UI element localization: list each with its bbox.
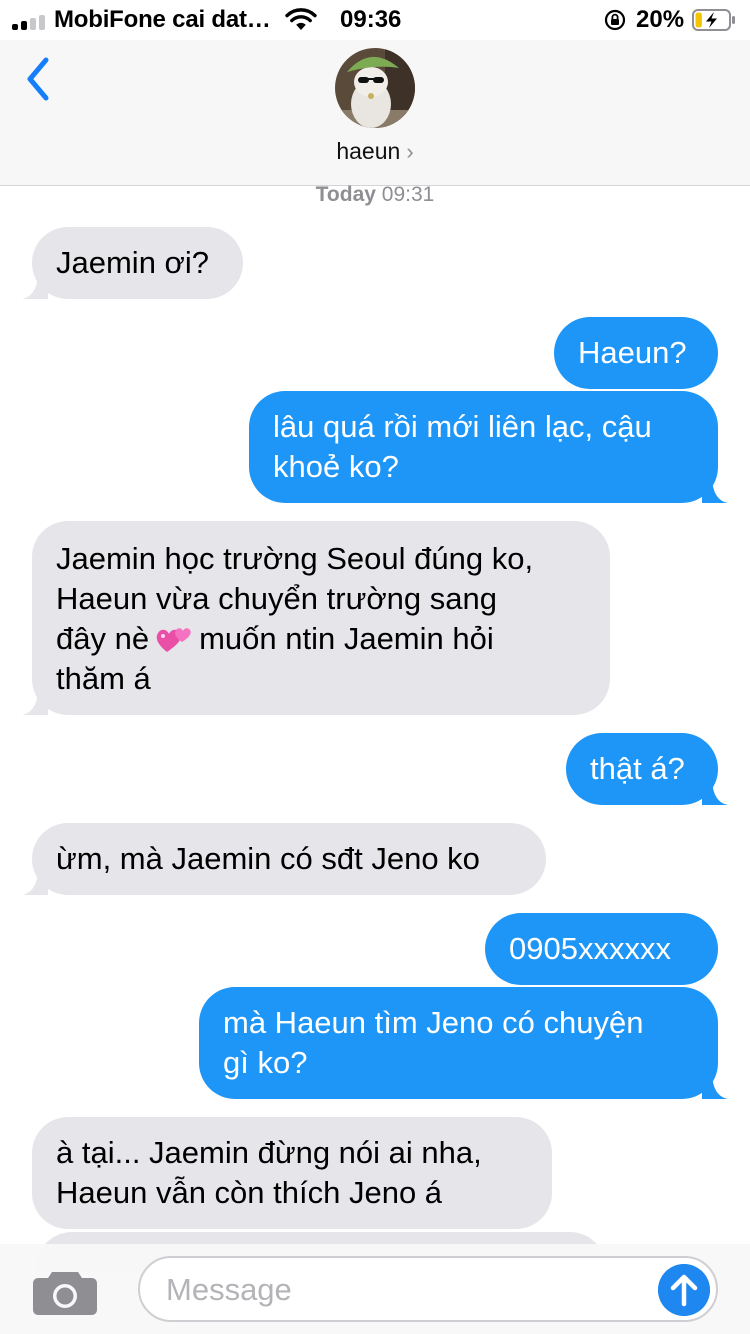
bubble-tail	[22, 275, 48, 299]
message-text-line: Haeun vẫn còn thích Jeno á	[56, 1175, 443, 1210]
message-text: 0905xxxxxx	[509, 931, 671, 966]
message-input[interactable]	[166, 1268, 646, 1312]
message-text-segment: đây nè	[56, 621, 150, 656]
message-text-line: Jaemin học trường Seoul đúng ko,	[56, 541, 534, 576]
conversation-header: haeun ›	[0, 40, 750, 186]
chevron-left-icon[interactable]	[20, 54, 56, 106]
message-text: Haeun?	[578, 335, 687, 370]
rotation-lock-icon	[604, 9, 626, 31]
carrier-name: MobiFone cai dat…	[54, 6, 271, 33]
message-text-line: mà Haeun tìm Jeno có chuyện	[223, 1005, 644, 1040]
two-hearts-emoji-icon	[156, 628, 191, 652]
message-bubble-outgoing[interactable]: Haeun?	[554, 317, 718, 389]
battery-charging-icon	[692, 9, 735, 31]
message-text-line: lâu quá rồi mới liên lạc, cậu	[273, 409, 652, 444]
contact-name-button[interactable]: haeun ›	[0, 138, 750, 165]
message-text-line: thăm á	[56, 661, 151, 696]
message-bubble-incoming[interactable]: ừm, mà Jaemin có sđt Jeno ko	[22, 823, 546, 895]
bubble-tail	[22, 691, 48, 715]
message-text-line: gì ko?	[223, 1045, 308, 1080]
message-bubble-incoming[interactable]: à tại... Jaemin đừng nói ai nha, Haeun v…	[32, 1117, 552, 1229]
bubble-tail	[702, 781, 728, 805]
contact-name: haeun	[336, 138, 401, 164]
chevron-right-icon: ›	[406, 139, 414, 164]
message-bubble-incoming[interactable]: Jaemin học trường Seoul đúng ko, Haeun v…	[22, 521, 610, 715]
bubble-tail	[702, 1075, 728, 1099]
cellular-signal-icon	[12, 14, 48, 30]
timestamp-time: 09:31	[381, 183, 435, 206]
message-field[interactable]	[138, 1256, 718, 1322]
message-text-line: đây nè muốn ntin Jaemin hỏi	[56, 619, 586, 659]
bubble-tail	[22, 871, 48, 895]
message-text-line: à tại... Jaemin đừng nói ai nha,	[56, 1135, 482, 1170]
message-text-line: khoẻ ko?	[273, 449, 399, 484]
message-bubble-outgoing[interactable]: 0905xxxxxx	[485, 913, 718, 985]
message-text: Jaemin ơi?	[56, 245, 210, 280]
message-text: thật á?	[590, 751, 685, 786]
message-bubble-outgoing[interactable]: thật á?	[566, 733, 728, 805]
message-text-segment: muốn ntin Jaemin hỏi	[199, 621, 494, 656]
compose-bar	[0, 1244, 750, 1334]
status-bar: MobiFone cai dat… 09:36 20%	[0, 0, 750, 40]
clock: 09:36	[340, 6, 402, 33]
timestamp-day: Today	[315, 183, 376, 206]
bubble-tail	[702, 479, 728, 503]
camera-icon[interactable]	[32, 1266, 98, 1316]
battery-percentage: 20%	[636, 6, 685, 33]
message-bubble-outgoing[interactable]: lâu quá rồi mới liên lạc, cậu khoẻ ko?	[249, 391, 728, 503]
message-text-line: Haeun vừa chuyển trường sang	[56, 581, 497, 616]
message-bubble-outgoing[interactable]: mà Haeun tìm Jeno có chuyện gì ko?	[199, 987, 728, 1099]
arrow-up-icon[interactable]	[658, 1264, 710, 1316]
thread-timestamp: Today 09:31	[0, 183, 750, 207]
message-text: ừm, mà Jaemin có sđt Jeno ko	[56, 841, 480, 876]
wifi-icon	[285, 8, 317, 30]
message-bubble-incoming[interactable]: Jaemin ơi?	[22, 227, 243, 299]
avatar[interactable]	[335, 48, 415, 128]
